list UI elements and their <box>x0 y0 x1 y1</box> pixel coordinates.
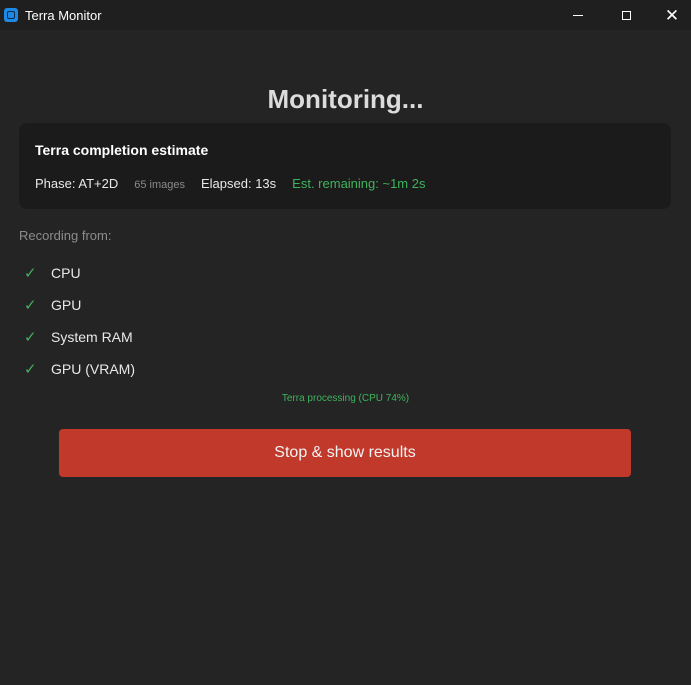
stop-show-results-button[interactable]: Stop & show results <box>59 429 631 477</box>
recording-label: Recording from: <box>19 228 112 243</box>
estimate-title: Terra completion estimate <box>35 142 209 158</box>
checkmark-icon: ✓ <box>24 297 37 314</box>
minimize-icon <box>573 14 583 16</box>
checkmark-icon: ✓ <box>24 265 37 282</box>
source-label: System RAM <box>51 329 133 345</box>
estimate-card: Terra completion estimate Phase: AT+2D 6… <box>19 123 671 209</box>
close-icon: ✕ <box>664 5 680 25</box>
checkmark-icon: ✓ <box>24 329 37 346</box>
image-count: 65 images <box>134 179 185 191</box>
maximize-icon <box>621 10 631 20</box>
source-item-gpu-vram: ✓ GPU (VRAM) <box>24 360 135 378</box>
minimize-button[interactable] <box>555 0 601 30</box>
page-title: Monitoring... <box>267 84 424 114</box>
source-item-gpu: ✓ GPU <box>24 296 81 314</box>
window-title: Terra Monitor <box>25 8 102 23</box>
source-label: CPU <box>51 265 81 281</box>
source-item-system-ram: ✓ System RAM <box>24 328 133 346</box>
status-text: Terra processing (CPU 74%) <box>281 393 410 404</box>
elapsed-text: Elapsed: 13s <box>201 176 277 191</box>
close-button[interactable]: ✕ <box>649 0 691 30</box>
source-label: GPU (VRAM) <box>51 361 135 377</box>
checkmark-icon: ✓ <box>24 361 37 378</box>
source-label: GPU <box>51 297 82 313</box>
source-item-cpu: ✓ CPU <box>24 264 81 282</box>
phase-text: Phase: AT+2D <box>35 176 119 191</box>
maximize-button[interactable] <box>603 0 649 30</box>
estimate-details: Phase: AT+2D 65 images Elapsed: 13s Est.… <box>35 176 425 191</box>
title-bar: Terra Monitor ✕ <box>0 0 691 30</box>
remaining-text: Est. remaining: ~1m 2s <box>292 176 426 191</box>
app-icon <box>4 8 18 22</box>
